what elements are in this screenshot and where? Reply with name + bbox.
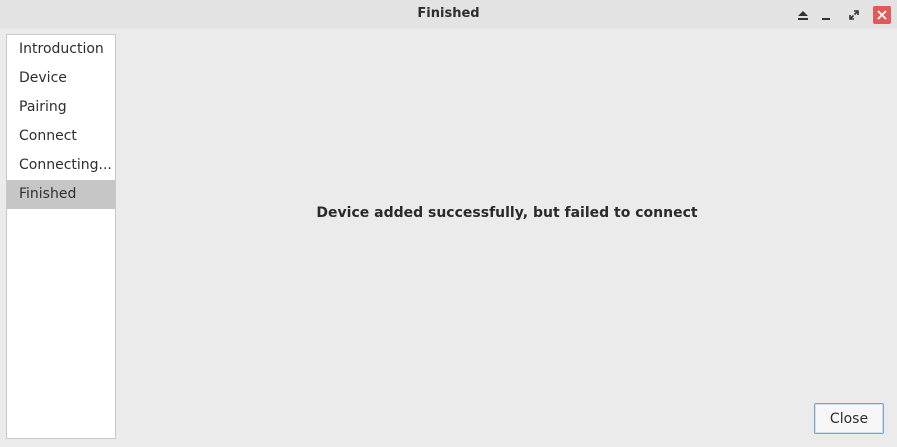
window-close-button[interactable] bbox=[873, 6, 891, 24]
sidebar-item-pairing[interactable]: Pairing bbox=[7, 93, 115, 122]
close-button[interactable]: Close bbox=[814, 403, 884, 434]
sidebar-item-introduction[interactable]: Introduction bbox=[7, 35, 115, 64]
eject-icon bbox=[798, 10, 808, 20]
minimize-button[interactable] bbox=[817, 6, 835, 24]
shade-button[interactable] bbox=[794, 6, 812, 24]
sidebar-item-connecting[interactable]: Connecting... bbox=[7, 151, 115, 180]
sidebar-item-finished[interactable]: Finished bbox=[7, 180, 115, 209]
close-icon bbox=[877, 10, 887, 20]
status-message: Device added successfully, but failed to… bbox=[316, 205, 698, 221]
sidebar-item-connect[interactable]: Connect bbox=[7, 122, 115, 151]
bluetooth-wizard-window: Finished Introduction Device Pairing Con… bbox=[0, 0, 897, 447]
minimize-icon bbox=[821, 10, 831, 20]
title-bar[interactable]: Finished bbox=[0, 0, 897, 29]
maximize-icon bbox=[849, 10, 859, 20]
maximize-button[interactable] bbox=[845, 6, 863, 24]
sidebar-item-device[interactable]: Device bbox=[7, 64, 115, 93]
window-title: Finished bbox=[417, 6, 480, 21]
wizard-steps-sidebar: Introduction Device Pairing Connect Conn… bbox=[6, 34, 116, 439]
